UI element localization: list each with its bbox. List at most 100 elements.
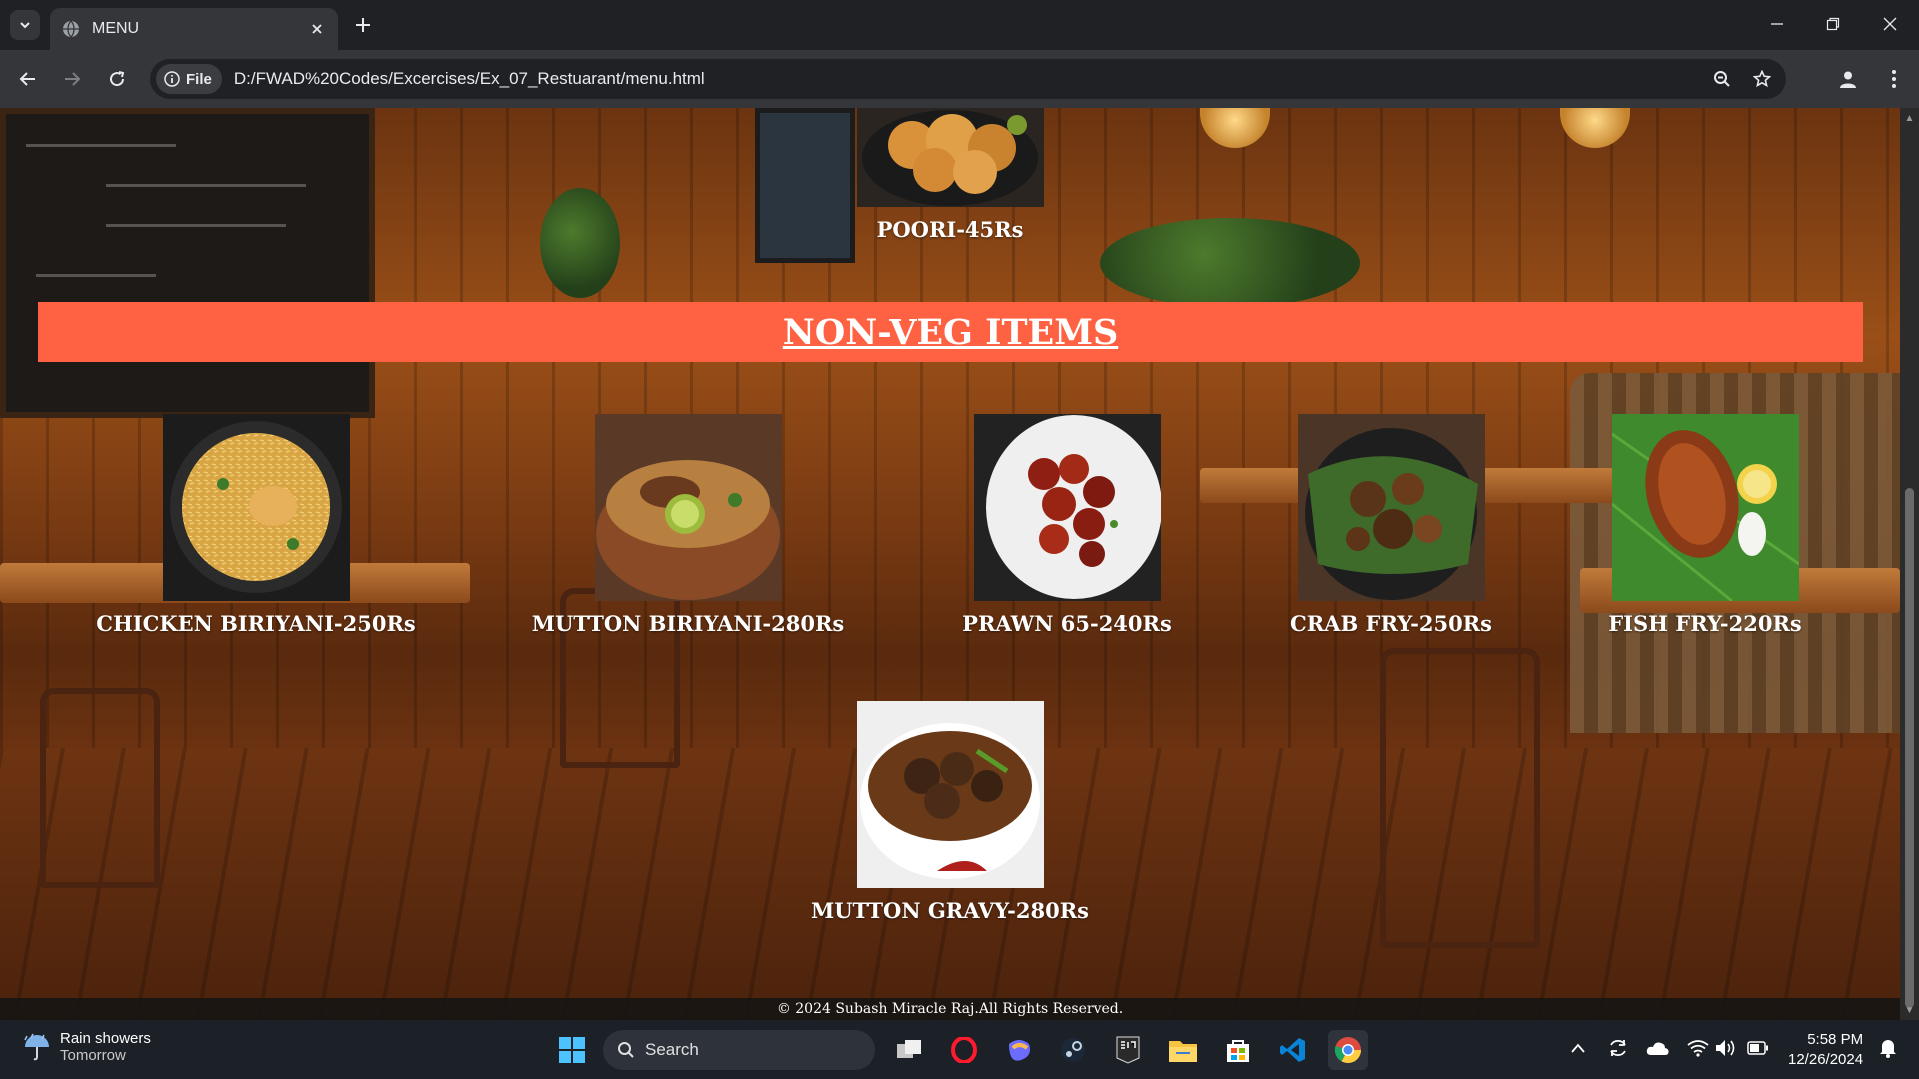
vscode-app[interactable] [1273,1030,1313,1070]
plant-background [540,188,620,298]
scroll-up-icon[interactable]: ▲ [1900,110,1919,126]
search-placeholder: Search [645,1040,699,1059]
close-icon [1883,17,1897,31]
chair-background [1380,648,1540,948]
volume-icon [1716,1040,1735,1056]
notifications-button[interactable] [1874,1034,1902,1062]
chevron-down-icon [20,22,30,29]
item-name: FISH FRY-220Rs [1608,611,1802,636]
cloud-icon [1646,1042,1669,1055]
plant-background [1100,218,1360,308]
battery-tray-button[interactable] [1744,1034,1772,1062]
battery-icon [1747,1041,1768,1055]
close-tab-button[interactable] [306,18,328,40]
item-name: MUTTON BIRIYANI-280Rs [531,611,845,636]
item-name: CHICKEN BIRIYANI-250Rs [96,611,416,636]
show-hidden-icons-button[interactable] [1564,1034,1592,1062]
forward-button[interactable] [56,63,88,95]
close-window-button[interactable] [1870,6,1910,42]
crab-fry-photo [1297,414,1485,601]
volume-tray-button[interactable] [1712,1034,1740,1062]
umbrella-rain-icon [24,1033,49,1061]
restore-button[interactable] [1813,6,1853,42]
chrome-app[interactable] [1328,1030,1368,1070]
taskbar-clock[interactable]: 5:58 PM 12/26/2024 [1788,1030,1863,1070]
clock-date: 12/26/2024 [1788,1051,1864,1068]
taskbar-search[interactable]: Search [603,1030,875,1070]
item-name: CRAB FRY-250Rs [1290,611,1492,636]
menu-item-mutton-biriyani: MUTTON BIRIYANI-280Rs [513,414,863,636]
address-bar[interactable]: File D:/FWAD%20Codes/Excercises/Ex_07_Re… [150,59,1786,99]
task-view-button[interactable] [889,1030,929,1070]
menu-item-poori: POORI-45Rs [783,108,1117,242]
opera-app[interactable] [944,1030,984,1070]
globe-icon [63,20,79,38]
minimize-button[interactable] [1757,6,1797,42]
page-scrollbar[interactable]: ▲ ▼ [1900,108,1919,1020]
close-icon [312,24,322,34]
wifi-tray-button[interactable] [1684,1034,1712,1062]
epic-games-app[interactable] [1108,1030,1148,1070]
non-veg-section-banner: NON-VEG ITEMS [38,302,1863,362]
profile-button[interactable] [1832,63,1864,95]
task-view-icon [897,1040,921,1058]
arrow-left-icon [19,72,35,86]
clock-time: 5:58 PM [1807,1031,1864,1048]
fish-fry-photo [1611,414,1799,601]
folder-icon [1169,1041,1197,1062]
new-tab-button[interactable] [350,12,376,38]
bell-icon [1880,1040,1896,1058]
scroll-down-icon[interactable]: ▼ [1900,1002,1919,1018]
url-text[interactable]: D:/FWAD%20Codes/Excercises/Ex_07_Restuar… [234,69,1706,89]
weather-widget[interactable]: Rain showers Tomorrow [22,1030,151,1064]
start-button[interactable] [552,1030,592,1070]
chevron-up-icon [1571,1043,1585,1053]
prawn-65-photo [973,414,1161,601]
chair-background [40,688,160,888]
site-chip-label: File [186,70,212,88]
browser-tab[interactable]: MENU [50,8,338,50]
minimize-icon [1771,23,1783,25]
arrow-right-icon [65,72,81,86]
microsoft-store-app[interactable] [1218,1030,1258,1070]
plus-icon [356,18,370,32]
vscode-icon [1280,1038,1305,1062]
sync-tray-button[interactable] [1604,1034,1632,1062]
onedrive-tray-button[interactable] [1644,1034,1672,1062]
weather-condition: Rain showers [60,1030,151,1047]
wifi-icon [1687,1040,1709,1057]
bookmark-button[interactable] [1746,63,1778,95]
zoom-button[interactable] [1706,63,1738,95]
store-icon [1227,1040,1249,1062]
info-icon [164,71,180,87]
lamp-background [1560,108,1630,148]
menu-item-mutton-gravy: MUTTON GRAVY-280Rs [783,701,1117,923]
file-explorer-app[interactable] [1163,1030,1203,1070]
browser-toolbar: File D:/FWAD%20Codes/Excercises/Ex_07_Re… [0,50,1919,108]
sync-icon [1610,1039,1626,1057]
menu-item-chicken-biriyani: CHICKEN BIRIYANI-250Rs [81,414,431,636]
tab-search-button[interactable] [10,10,40,40]
star-icon [1753,70,1771,88]
copilot-icon [1009,1040,1030,1061]
site-info-chip[interactable]: File [156,64,222,94]
lamp-background [1200,108,1270,148]
scroll-thumb[interactable] [1905,488,1914,1008]
item-name: POORI-45Rs [876,217,1024,242]
steam-icon [1061,1038,1085,1062]
item-name: MUTTON GRAVY-280Rs [810,898,1089,923]
more-vertical-icon [1892,70,1896,88]
poori-photo [856,108,1044,207]
copilot-app[interactable] [999,1030,1039,1070]
epic-games-icon [1116,1036,1140,1064]
browser-menu-button[interactable] [1878,63,1910,95]
menu-item-prawn-65: PRAWN 65-240Rs [892,414,1242,636]
chalkboard-background [0,108,375,418]
steam-app[interactable] [1053,1030,1093,1070]
mutton-biriyani-photo [594,414,782,601]
reload-button[interactable] [101,63,133,95]
mutton-gravy-photo [856,701,1044,888]
back-button[interactable] [12,63,44,95]
zoom-icon [1714,71,1730,87]
section-title: NON-VEG ITEMS [782,311,1119,353]
